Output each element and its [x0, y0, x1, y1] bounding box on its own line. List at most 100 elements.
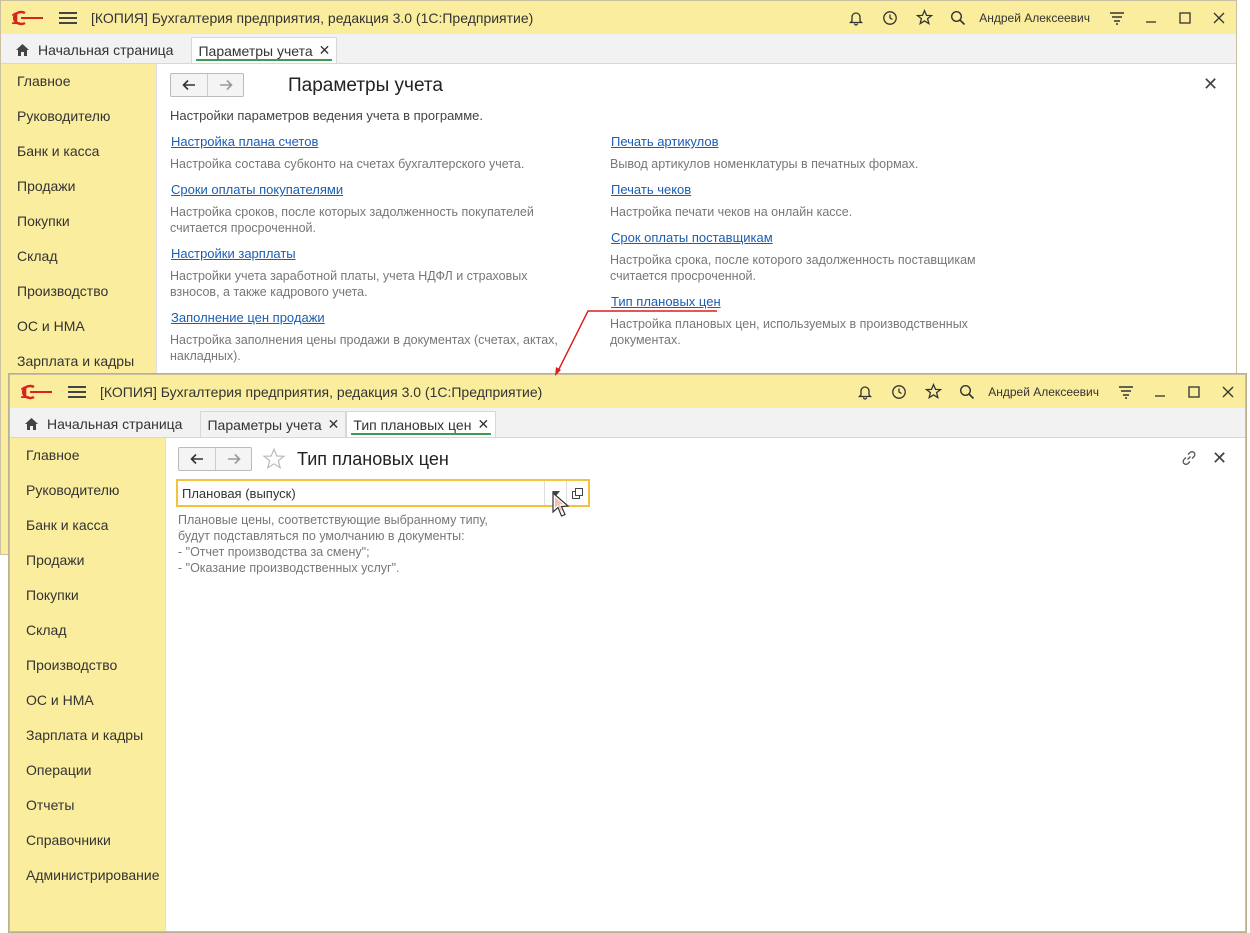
- close-form-icon[interactable]: ✕: [1203, 74, 1218, 95]
- sidebar-item[interactable]: Производство: [10, 648, 165, 683]
- menu-icon[interactable]: [68, 385, 86, 398]
- sidebar-item[interactable]: Склад: [10, 613, 165, 648]
- search-icon[interactable]: [950, 375, 984, 408]
- close-tab-icon[interactable]: ✕: [328, 416, 340, 433]
- link-print-receipts[interactable]: Печать чеков: [611, 182, 691, 197]
- settings-lines-icon[interactable]: [1109, 375, 1143, 408]
- back-arrow-icon[interactable]: [179, 448, 215, 470]
- close-form-icon[interactable]: ✕: [1212, 448, 1227, 469]
- tabs-bar: Начальная страница Параметры учета ✕ Тип…: [10, 408, 1245, 438]
- bell-icon[interactable]: [848, 375, 882, 408]
- nav-buttons: [178, 447, 252, 471]
- sidebar-item[interactable]: Продажи: [10, 543, 165, 578]
- sidebar-item[interactable]: Администрирование: [10, 858, 165, 893]
- sidebar-item[interactable]: Покупки: [10, 578, 165, 613]
- user-name[interactable]: Андрей Алексеевич: [979, 11, 1090, 25]
- tab-label: Параметры учета: [207, 416, 322, 433]
- link-description: Настройка срока, после которого задолжен…: [610, 253, 976, 283]
- nav-buttons: [170, 73, 244, 97]
- sidebar-item[interactable]: ОС и НМА: [1, 309, 156, 344]
- minimize-icon[interactable]: [1134, 1, 1168, 34]
- sidebar-item[interactable]: Руководителю: [10, 473, 165, 508]
- link-customer-payment-terms[interactable]: Сроки оплаты покупателями: [171, 182, 343, 197]
- tab-home[interactable]: Начальная страница: [5, 37, 180, 63]
- menu-icon[interactable]: [59, 11, 77, 24]
- hint-line: - "Отчет производства за смену";: [178, 545, 370, 559]
- sidebar: Главное Руководителю Банк и касса Продажи По…: [10, 438, 165, 931]
- sidebar-item[interactable]: Банк и касса: [10, 508, 165, 543]
- user-name[interactable]: Андрей Алексеевич: [988, 385, 1099, 399]
- 1c-logo-icon[interactable]: 1: [11, 8, 45, 28]
- sidebar-item[interactable]: Зарплата и кадры: [10, 718, 165, 753]
- link-description: Настройка печати чеков на онлайн кассе.: [610, 205, 853, 219]
- link-icon[interactable]: [1181, 450, 1197, 469]
- app-title: [КОПИЯ] Бухгалтерия предприятия, редакци…: [100, 383, 543, 400]
- sidebar-item[interactable]: Банк и касса: [1, 134, 156, 169]
- link-chart-of-accounts[interactable]: Настройка плана счетов: [171, 134, 318, 149]
- link-description: Настройка заполнения цены продажи в доку…: [170, 333, 558, 363]
- forward-arrow-icon[interactable]: [215, 448, 251, 470]
- history-icon[interactable]: [882, 375, 916, 408]
- minimize-icon[interactable]: [1143, 375, 1177, 408]
- sidebar-item[interactable]: Продажи: [1, 169, 156, 204]
- link-description: Настройка сроков, после которых задолжен…: [170, 205, 534, 235]
- tab-label: Начальная страница: [47, 416, 183, 432]
- sidebar-item[interactable]: Склад: [1, 239, 156, 274]
- favorites-star-icon[interactable]: [907, 1, 941, 34]
- favorite-star-icon[interactable]: [262, 447, 286, 474]
- tab-home[interactable]: Начальная страница: [14, 411, 189, 437]
- link-planned-price-type[interactable]: Тип плановых цен: [611, 294, 721, 309]
- hint-line: Плановые цены, соответствующие выбранном…: [178, 513, 488, 527]
- page-title: Тип плановых цен: [297, 449, 449, 469]
- sidebar-item[interactable]: Производство: [1, 274, 156, 309]
- tab-label: Параметры учета: [198, 42, 313, 59]
- maximize-icon[interactable]: [1177, 375, 1211, 408]
- tabs-bar: Начальная страница Параметры учета ✕: [1, 34, 1236, 64]
- page-description: Настройки параметров ведения учета в про…: [170, 108, 484, 123]
- link-description: Настройки учета заработной платы, учета …: [170, 269, 528, 299]
- content-area: Тип плановых цен ✕ Плановая (выпуск) Пла…: [165, 438, 1245, 931]
- sidebar-item[interactable]: Операции: [10, 753, 165, 788]
- price-type-field[interactable]: Плановая (выпуск): [176, 479, 590, 507]
- sidebar-item[interactable]: Отчеты: [10, 788, 165, 823]
- hint-line: - "Оказание производственных услуг".: [178, 561, 400, 575]
- link-supplier-payment-term[interactable]: Срок оплаты поставщикам: [611, 230, 773, 245]
- home-icon: [16, 44, 29, 56]
- price-type-value[interactable]: Плановая (выпуск): [178, 486, 544, 501]
- link-print-articles[interactable]: Печать артикулов: [611, 134, 719, 149]
- close-window-icon[interactable]: [1202, 1, 1236, 34]
- sidebar-item[interactable]: ОС и НМА: [10, 683, 165, 718]
- link-salary-settings[interactable]: Настройки зарплаты: [171, 246, 296, 261]
- sidebar-item[interactable]: Покупки: [1, 204, 156, 239]
- 1c-logo-icon[interactable]: 1: [20, 382, 54, 402]
- tab-parameters[interactable]: Параметры учета ✕: [191, 37, 338, 63]
- tab-parameters[interactable]: Параметры учета ✕: [200, 411, 347, 437]
- window-planned-price-type: 1 [КОПИЯ] Бухгалтерия предприятия, редак…: [9, 374, 1246, 932]
- settings-lines-icon[interactable]: [1100, 1, 1134, 34]
- close-tab-icon[interactable]: ✕: [319, 42, 331, 59]
- favorites-star-icon[interactable]: [916, 375, 950, 408]
- forward-arrow-icon[interactable]: [207, 74, 243, 96]
- title-bar: 1 [КОПИЯ] Бухгалтерия предприятия, редак…: [1, 1, 1236, 34]
- close-tab-icon[interactable]: ✕: [477, 416, 489, 433]
- link-description: Настройка плановых цен, используемых в п…: [610, 317, 968, 347]
- page-title: Параметры учета: [288, 75, 443, 96]
- back-arrow-icon[interactable]: [171, 74, 207, 96]
- app-title: [КОПИЯ] Бухгалтерия предприятия, редакци…: [91, 9, 534, 26]
- link-description: Вывод артикулов номенклатуры в печатных …: [610, 157, 919, 171]
- sidebar-item[interactable]: Главное: [10, 438, 165, 473]
- hint-line: будут подставляться по умолчанию в докум…: [178, 529, 465, 543]
- link-sales-prices[interactable]: Заполнение цен продажи: [171, 310, 325, 325]
- tab-planned-price-type[interactable]: Тип плановых цен ✕: [346, 411, 497, 437]
- link-description: Настройка состава субконто на счетах бух…: [170, 157, 525, 171]
- history-icon[interactable]: [873, 1, 907, 34]
- sidebar-item[interactable]: Руководителю: [1, 99, 156, 134]
- bell-icon[interactable]: [839, 1, 873, 34]
- sidebar-item[interactable]: Главное: [1, 64, 156, 99]
- title-bar: 1 [КОПИЯ] Бухгалтерия предприятия, редак…: [10, 375, 1245, 408]
- tab-label: Тип плановых цен: [353, 416, 472, 433]
- close-window-icon[interactable]: [1211, 375, 1245, 408]
- search-icon[interactable]: [941, 1, 975, 34]
- sidebar-item[interactable]: Справочники: [10, 823, 165, 858]
- maximize-icon[interactable]: [1168, 1, 1202, 34]
